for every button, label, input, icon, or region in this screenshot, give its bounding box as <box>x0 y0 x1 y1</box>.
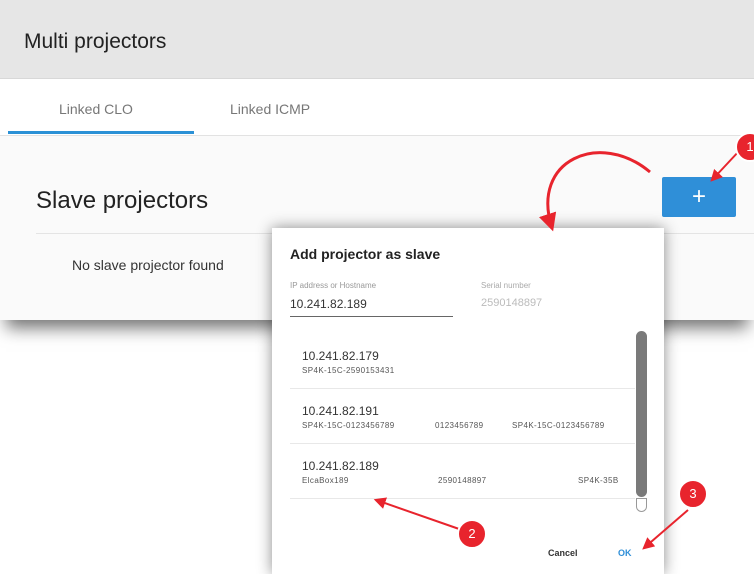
callout-badge-2: 2 <box>457 519 487 549</box>
callout-3-arrow <box>642 509 689 550</box>
callout-2-arrow <box>373 497 463 531</box>
curved-arrow <box>539 151 651 232</box>
callout-arrows <box>373 149 741 550</box>
callout-badge-3: 3 <box>678 479 708 509</box>
callout-1-arrow <box>710 149 741 182</box>
